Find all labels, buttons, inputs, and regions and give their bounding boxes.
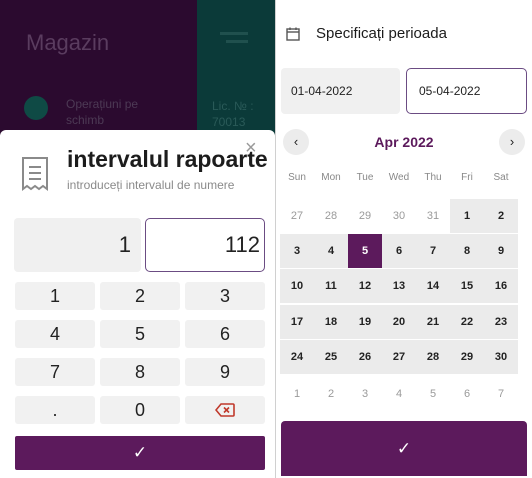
keypad-key-8[interactable]: 8 — [100, 358, 180, 386]
calendar-day[interactable]: 30 — [484, 340, 518, 374]
calendar-day[interactable]: 21 — [416, 305, 450, 339]
calendar-day[interactable]: 13 — [382, 269, 416, 303]
calendar-day[interactable]: 31 — [416, 199, 450, 233]
clock-icon — [24, 96, 48, 120]
weekday-sat: Sat — [493, 172, 509, 183]
menu-icon — [220, 32, 248, 35]
calendar-day[interactable]: 3 — [348, 377, 382, 411]
confirm-button[interactable]: ✓ — [15, 436, 265, 470]
backspace-icon — [214, 403, 235, 417]
month-label: Apr 2022 — [374, 134, 434, 150]
next-month-button[interactable]: › — [499, 129, 525, 155]
calendar-day[interactable]: 26 — [348, 340, 382, 374]
calendar-day[interactable]: 28 — [314, 199, 348, 233]
calendar-day[interactable]: 8 — [450, 234, 484, 268]
calendar-day[interactable]: 12 — [348, 269, 382, 303]
calendar-day[interactable]: 27 — [382, 340, 416, 374]
calendar-day[interactable]: 23 — [484, 305, 518, 339]
check-icon: ✓ — [132, 443, 148, 462]
keypad-key-3[interactable]: 3 — [185, 282, 265, 310]
keypad-key-0[interactable]: 0 — [100, 396, 180, 424]
menu-icon-line — [226, 40, 248, 43]
calendar-day[interactable]: 17 — [280, 305, 314, 339]
license-label: Lic. № : 70013 — [212, 99, 254, 129]
calendar-day[interactable]: 6 — [382, 234, 416, 268]
period-picker: Specificați perioada 01-04-2022 05-04-20… — [276, 0, 532, 478]
keypad-key-9[interactable]: 9 — [185, 358, 265, 386]
calendar-day[interactable]: 7 — [416, 234, 450, 268]
start-date-field[interactable]: 01-04-2022 — [281, 68, 400, 114]
keypad-key-5[interactable]: 5 — [100, 320, 180, 348]
calendar-day[interactable]: 2 — [484, 199, 518, 233]
calendar-day[interactable]: 18 — [314, 305, 348, 339]
keypad-key-4[interactable]: 4 — [15, 320, 95, 348]
calendar-day[interactable]: 16 — [484, 269, 518, 303]
weekday-fri: Fri — [461, 172, 473, 183]
calendar-icon — [286, 27, 300, 41]
calendar-day[interactable]: 5 — [416, 377, 450, 411]
calendar-day[interactable]: 9 — [484, 234, 518, 268]
receipt-icon — [22, 157, 48, 191]
calendar-day[interactable]: 4 — [314, 234, 348, 268]
calendar-day[interactable]: 6 — [450, 377, 484, 411]
calendar-day[interactable]: 20 — [382, 305, 416, 339]
weekday-wed: Wed — [388, 172, 410, 183]
calendar-day[interactable]: 15 — [450, 269, 484, 303]
calendar-day[interactable]: 19 — [348, 305, 382, 339]
calendar-day[interactable]: 3 — [280, 234, 314, 268]
calendar-day[interactable]: 28 — [416, 340, 450, 374]
confirm-period-button[interactable]: ✓ — [281, 421, 527, 476]
calendar-day[interactable]: 29 — [348, 199, 382, 233]
keypad-key-dot[interactable]: . — [15, 396, 95, 424]
calendar-day[interactable]: 10 — [280, 269, 314, 303]
weekday-thu: Thu — [424, 172, 442, 183]
weekday-tue: Tue — [356, 172, 374, 183]
calendar-day[interactable]: 11 — [314, 269, 348, 303]
calendar-day[interactable]: 29 — [450, 340, 484, 374]
range-to-field[interactable]: 112 — [145, 218, 265, 272]
keypad-key-2[interactable]: 2 — [100, 282, 180, 310]
calendar-day[interactable]: 4 — [382, 377, 416, 411]
left-panel: Magazin Operațiuni pe schimb Lic. № : 70… — [0, 0, 275, 478]
calendar-day[interactable]: 22 — [450, 305, 484, 339]
period-picker-title: Specificați perioada — [316, 25, 447, 42]
end-date-field[interactable]: 05-04-2022 — [406, 68, 527, 114]
keypad-key-6[interactable]: 6 — [185, 320, 265, 348]
calendar-day[interactable]: 25 — [314, 340, 348, 374]
keypad-key-7[interactable]: 7 — [15, 358, 95, 386]
calendar-day[interactable]: 2 — [314, 377, 348, 411]
chevron-right-icon: › — [509, 134, 515, 149]
calendar-day[interactable]: 14 — [416, 269, 450, 303]
calendar-day[interactable]: 1 — [280, 377, 314, 411]
calendar-day-selected[interactable]: 5 — [348, 234, 382, 268]
weekday-mon: Mon — [321, 172, 341, 183]
calendar-day[interactable]: 7 — [484, 377, 518, 411]
calendar-day[interactable]: 1 — [450, 199, 484, 233]
keypad-key-1[interactable]: 1 — [15, 282, 95, 310]
weekday-sun: Sun — [288, 172, 306, 183]
range-dialog: × intervalul rapoarte introduceți interv… — [0, 130, 275, 478]
dialog-subtitle: introduceți intervalul de numere — [67, 178, 235, 192]
background-app-title: Magazin — [26, 30, 110, 55]
operations-label: Operațiuni pe schimb — [66, 97, 139, 127]
calendar-day[interactable]: 27 — [280, 199, 314, 233]
calendar-day[interactable]: 24 — [280, 340, 314, 374]
dialog-title: intervalul rapoarte — [67, 146, 268, 172]
range-from-field[interactable]: 1 — [14, 218, 141, 272]
check-icon: ✓ — [396, 439, 412, 458]
backspace-button[interactable] — [185, 396, 265, 424]
calendar-day[interactable]: 30 — [382, 199, 416, 233]
